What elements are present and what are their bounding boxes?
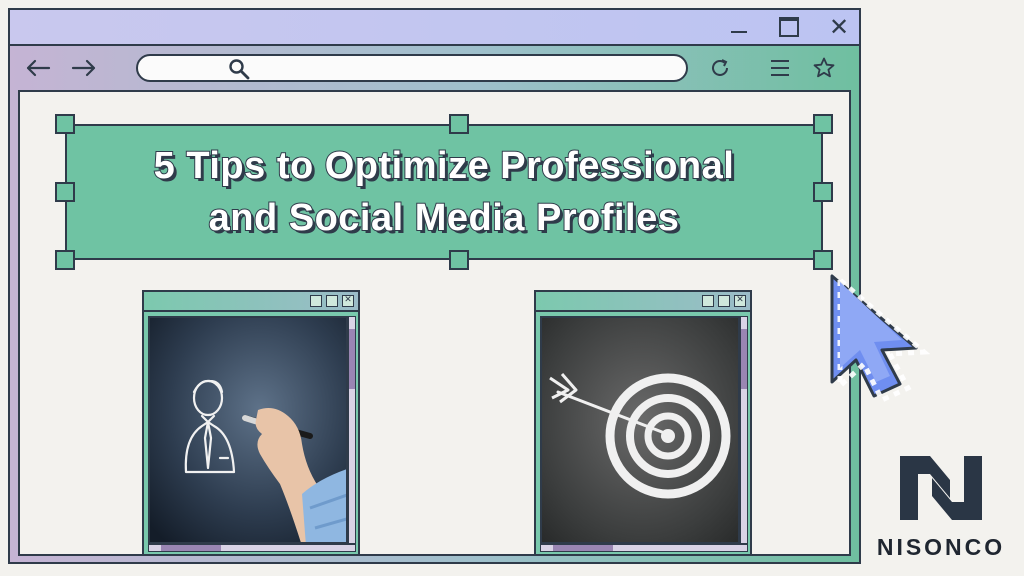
scroll-thumb[interactable] <box>553 545 613 551</box>
maximize-icon[interactable] <box>776 14 802 40</box>
title-line-1: 5 Tips to Optimize Professional <box>153 144 735 188</box>
image-window-target: ✕ <box>534 290 752 556</box>
brand-logo: NISONCO <box>866 452 1016 572</box>
browser-window: ✕ 5 Tips to Optimize Professional and So… <box>8 8 861 564</box>
browser-toolbar <box>10 46 859 90</box>
minimize-icon[interactable] <box>726 14 752 40</box>
resize-handle-bottom-left[interactable] <box>55 250 75 270</box>
address-bar[interactable] <box>136 54 688 82</box>
resize-handle-right[interactable] <box>813 182 833 202</box>
mini-title-bar: ✕ <box>144 292 358 312</box>
minimize-icon[interactable] <box>310 295 322 307</box>
image-window-profile: ✕ <box>142 290 360 556</box>
maximize-icon[interactable] <box>718 295 730 307</box>
target-image <box>540 316 740 544</box>
scroll-thumb[interactable] <box>349 329 355 389</box>
title-banner[interactable]: 5 Tips to Optimize Professional and Soci… <box>65 124 823 260</box>
cursor-arrow-icon <box>826 272 956 412</box>
horizontal-scrollbar[interactable] <box>540 544 748 552</box>
page-title: 5 Tips to Optimize Professional and Soci… <box>67 140 821 244</box>
brand-name: NISONCO <box>876 534 1006 560</box>
vertical-scrollbar[interactable] <box>348 316 356 544</box>
resize-handle-bottom[interactable] <box>449 250 469 270</box>
canvas: ✕ 5 Tips to Optimize Professional and So… <box>0 0 1024 576</box>
title-line-2: and Social Media Profiles <box>208 196 680 240</box>
reload-icon[interactable] <box>706 54 734 82</box>
resize-handle-top-right[interactable] <box>813 114 833 134</box>
page-viewport: 5 Tips to Optimize Professional and Soci… <box>18 90 851 556</box>
scroll-thumb[interactable] <box>741 329 747 389</box>
forward-arrow-icon[interactable] <box>70 54 98 82</box>
minimize-icon[interactable] <box>702 295 714 307</box>
scroll-thumb[interactable] <box>161 545 221 551</box>
maximize-icon[interactable] <box>326 295 338 307</box>
close-icon[interactable]: ✕ <box>734 295 746 307</box>
vertical-scrollbar[interactable] <box>740 316 748 544</box>
star-icon[interactable] <box>810 54 838 82</box>
mini-title-bar: ✕ <box>536 292 750 312</box>
logo-mark-icon <box>896 452 986 524</box>
title-bar: ✕ <box>10 10 859 46</box>
back-arrow-icon[interactable] <box>24 54 52 82</box>
search-icon <box>228 58 250 80</box>
close-icon[interactable]: ✕ <box>342 295 354 307</box>
menu-icon[interactable] <box>766 54 794 82</box>
resize-handle-top-left[interactable] <box>55 114 75 134</box>
horizontal-scrollbar[interactable] <box>148 544 356 552</box>
profile-sketch-image <box>148 316 348 544</box>
close-icon[interactable]: ✕ <box>826 14 852 40</box>
resize-handle-left[interactable] <box>55 182 75 202</box>
resize-handle-bottom-right[interactable] <box>813 250 833 270</box>
resize-handle-top[interactable] <box>449 114 469 134</box>
